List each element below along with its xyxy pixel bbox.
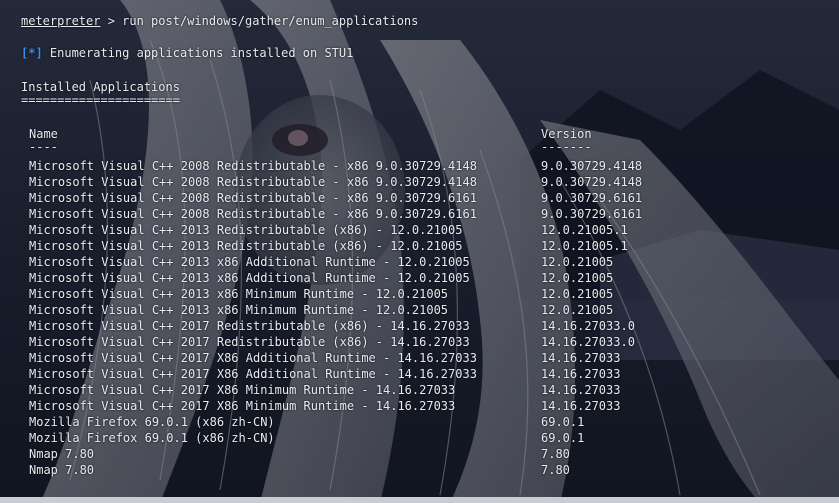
app-name: Microsoft Visual C++ 2013 Redistributabl…: [29, 239, 463, 253]
app-name: Microsoft Visual C++ 2008 Redistributabl…: [29, 175, 477, 189]
app-name: Microsoft Visual C++ 2017 Redistributabl…: [29, 319, 470, 333]
app-version: 14.16.27033: [541, 351, 621, 365]
app-version: 69.0.1: [541, 415, 585, 429]
app-name: Microsoft Visual C++ 2017 X86 Additional…: [29, 351, 477, 365]
app-version: 12.0.21005: [541, 287, 614, 301]
window-bottom-border: [0, 497, 839, 503]
app-version: 7.80: [541, 447, 570, 461]
command-line: meterpreter > run post/windows/gather/en…: [21, 13, 418, 29]
app-version: 7.80: [541, 463, 570, 477]
app-name: Microsoft Visual C++ 2017 X86 Minimum Ru…: [29, 383, 456, 397]
app-version: 9.0.30729.6161: [541, 191, 643, 205]
app-name: Microsoft Visual C++ 2008 Redistributabl…: [29, 159, 477, 173]
app-name: Mozilla Firefox 69.0.1 (x86 zh-CN): [29, 415, 275, 429]
app-version: 12.0.21005: [541, 255, 614, 269]
app-version: 12.0.21005.1: [541, 223, 628, 237]
status-line: [*] Enumerating applications installed o…: [21, 45, 353, 61]
app-name: Nmap 7.80: [29, 447, 95, 461]
app-version: 12.0.21005.1: [541, 239, 628, 253]
app-name: Microsoft Visual C++ 2013 x86 Minimum Ru…: [29, 287, 449, 301]
app-name: Microsoft Visual C++ 2013 x86 Minimum Ru…: [29, 303, 449, 317]
app-version: 14.16.27033.0: [541, 335, 635, 349]
terminal-output[interactable]: meterpreter > run post/windows/gather/en…: [0, 0, 839, 497]
app-name: Microsoft Visual C++ 2008 Redistributabl…: [29, 191, 477, 205]
app-version: 12.0.21005: [541, 303, 614, 317]
app-name: Microsoft Visual C++ 2008 Redistributabl…: [29, 207, 477, 221]
app-version: 14.16.27033: [541, 367, 621, 381]
app-name: Microsoft Visual C++ 2017 X86 Additional…: [29, 367, 477, 381]
app-name: Microsoft Visual C++ 2017 X86 Minimum Ru…: [29, 399, 456, 413]
app-name: Microsoft Visual C++ 2013 Redistributabl…: [29, 223, 463, 237]
app-name: Microsoft Visual C++ 2017 Redistributabl…: [29, 335, 470, 349]
app-version: 14.16.27033: [541, 383, 621, 397]
app-name: Nmap 7.80: [29, 463, 95, 477]
prompt-label: meterpreter: [21, 14, 101, 28]
app-name: Microsoft Visual C++ 2013 x86 Additional…: [29, 271, 470, 285]
command-text: > run post/windows/gather/enum_applicati…: [100, 14, 419, 28]
app-version: 12.0.21005: [541, 271, 614, 285]
column-rule-name: ----: [29, 140, 58, 154]
section-rule: ======================: [21, 93, 180, 107]
app-version: 9.0.30729.4148: [541, 159, 643, 173]
app-version: 14.16.27033.0: [541, 319, 635, 333]
status-text: Enumerating applications installed on ST…: [42, 46, 354, 60]
app-version: 9.0.30729.4148: [541, 175, 643, 189]
column-rule-version: -------: [541, 140, 592, 154]
app-version: 14.16.27033: [541, 399, 621, 413]
app-version: 9.0.30729.6161: [541, 207, 643, 221]
app-version: 69.0.1: [541, 431, 585, 445]
status-tag: [*]: [21, 46, 43, 60]
app-name: Microsoft Visual C++ 2013 x86 Additional…: [29, 255, 470, 269]
app-name: Mozilla Firefox 69.0.1 (x86 zh-CN): [29, 431, 275, 445]
